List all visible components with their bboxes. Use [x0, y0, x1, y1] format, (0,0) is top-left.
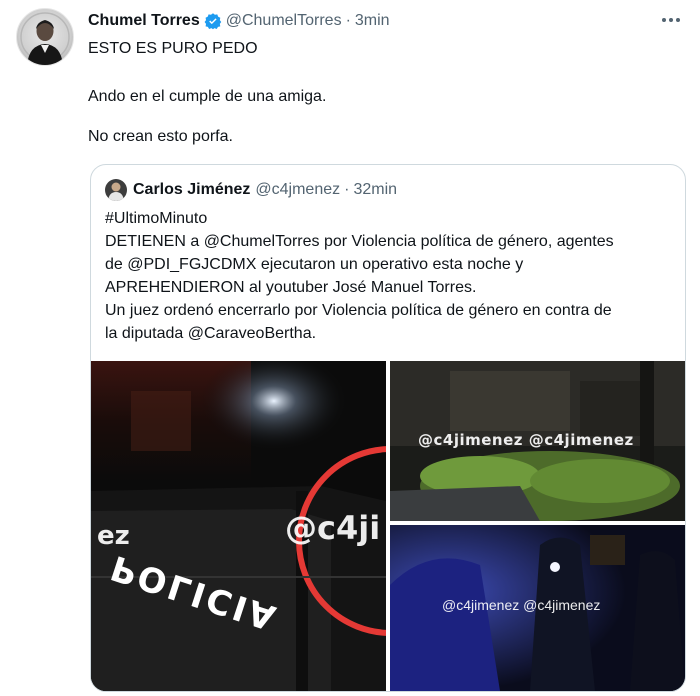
quoted-tweet[interactable]: Carlos Jiménez @c4jmenez · 32min #Ultimo… — [90, 164, 686, 692]
quote-line: Un juez ordenó encerrarlo por Violencia … — [105, 302, 612, 319]
quote-line: la diputada @CaraveoBertha. — [105, 325, 317, 342]
quote-line: DETIENEN a @ChumelTorres por Violencia p… — [105, 233, 614, 250]
quote-line: APREHENDIERON al youtuber José Manuel To… — [105, 279, 477, 296]
media-image-3[interactable]: @c4jimenez @c4jimenez — [390, 525, 685, 691]
tweet-line: ESTO ES PURO PEDO — [88, 40, 258, 57]
tweet-line: Ando en el cumple de una amiga. — [88, 88, 327, 105]
quote-text: #UltimoMinuto DETIENEN a @ChumelTorres p… — [105, 207, 675, 345]
quote-time: 32min — [353, 181, 398, 198]
quote-line: de @PDI_FGJCDMX ejecutaron un operativo … — [105, 256, 524, 273]
quote-header: Carlos Jiménez @c4jmenez · 32min — [105, 179, 397, 201]
author-name[interactable]: Chumel Torres — [88, 12, 200, 30]
hashtag-link[interactable]: #UltimoMinuto — [105, 207, 675, 230]
more-options-icon — [662, 18, 680, 22]
verified-badge-icon — [204, 12, 222, 30]
media-image-1[interactable]: ez @c4ji POLICIA — [91, 361, 386, 691]
tweet-line: No crean esto porfa. — [88, 128, 233, 145]
watermark: @c4jimenez @c4jimenez — [418, 431, 634, 449]
separator-dot: · — [344, 181, 350, 198]
media-image-2[interactable]: @c4jimenez @c4jimenez — [390, 361, 685, 521]
author-handle[interactable]: @ChumelTorres — [226, 12, 342, 30]
tweet-time[interactable]: 3min — [355, 12, 390, 30]
tweet-text: ESTO ES PURO PEDO Ando en el cumple de u… — [88, 38, 670, 148]
watermark-left: ez — [97, 521, 130, 551]
avatar-portrait — [20, 12, 70, 65]
separator-dot: · — [345, 12, 351, 29]
media-grid: ez @c4ji POLICIA @c4jimenez @c4jimenez @… — [91, 361, 685, 691]
quote-author-name: Carlos Jiménez — [133, 181, 251, 198]
more-options-button[interactable] — [658, 10, 684, 30]
watermark-right: @c4ji — [285, 509, 381, 547]
tweet-header: Chumel Torres @ChumelTorres · 3min — [88, 10, 680, 32]
watermark: @c4jimenez @c4jimenez — [442, 597, 601, 613]
author-avatar[interactable] — [16, 8, 74, 66]
quote-author-handle: @c4jmenez — [255, 181, 341, 198]
quote-author-avatar — [105, 179, 127, 201]
